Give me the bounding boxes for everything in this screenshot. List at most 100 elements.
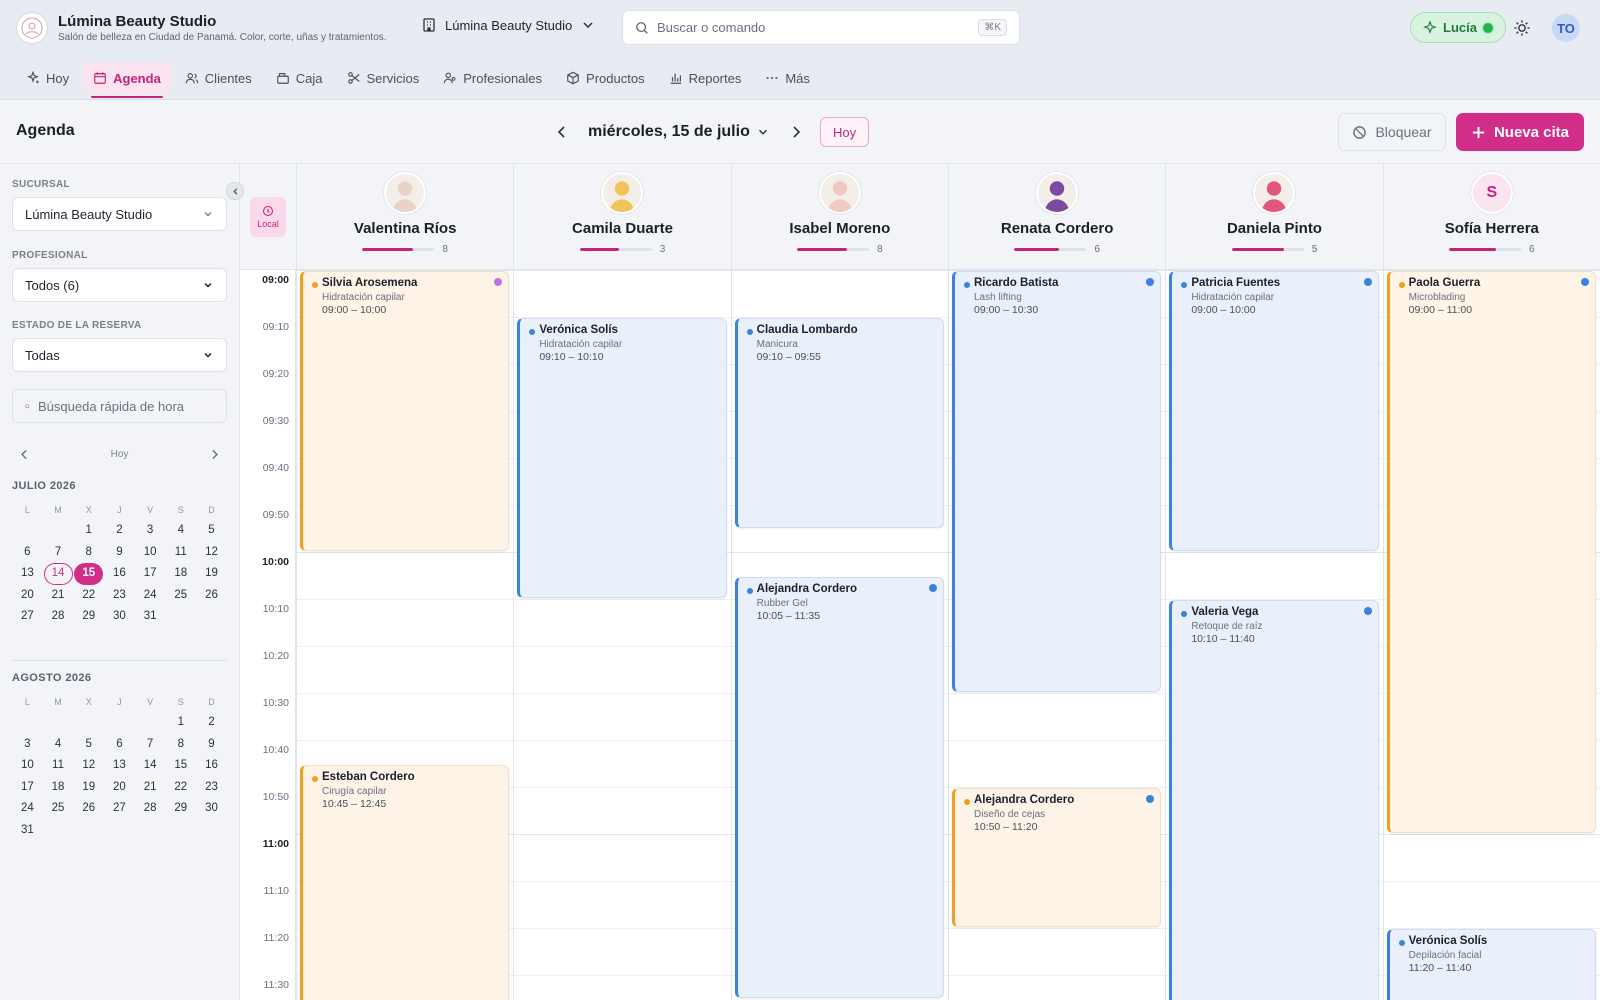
global-search-input[interactable]	[657, 20, 971, 35]
calendar-day[interactable]: 26	[73, 798, 104, 820]
date-picker-button[interactable]: miércoles, 15 de julio	[588, 123, 770, 141]
staff-column-header[interactable]: Isabel Moreno 8	[730, 164, 948, 270]
nav-item-hoy[interactable]: Hoy	[16, 62, 79, 94]
appointment-card[interactable]: Verónica Solís Depilación facial 11:20 –…	[1386, 929, 1596, 1000]
nav-item-productos[interactable]: Productos	[556, 62, 655, 94]
appointment-card[interactable]: Esteban Cordero Cirugía capilar 10:45 – …	[300, 764, 510, 1000]
calendar-day[interactable]: 14	[43, 563, 73, 585]
appointment-card[interactable]: Ricardo Batista Lash lifting 09:00 – 10:…	[951, 271, 1162, 692]
appointment-card[interactable]: Alejandra Cordero Diseño de cejas 10:50 …	[951, 788, 1162, 927]
calendar-day[interactable]: 9	[196, 734, 227, 756]
calendar-day[interactable]: 23	[196, 777, 227, 799]
time-search-input[interactable]	[38, 398, 214, 414]
calendar-day[interactable]: 19	[73, 777, 104, 799]
calendar-day[interactable]: 15	[74, 563, 104, 585]
calendar-day[interactable]: 13	[12, 563, 43, 585]
calendar-day[interactable]: 7	[43, 542, 74, 564]
calendar-day[interactable]: 1	[73, 520, 104, 542]
calendar-day[interactable]: 19	[196, 563, 227, 585]
global-search[interactable]: ⌘K	[622, 10, 1020, 45]
calendar-day[interactable]: 22	[165, 777, 196, 799]
calendar-day[interactable]: 6	[104, 734, 135, 756]
calendar-day[interactable]: 28	[135, 798, 166, 820]
appointment-card[interactable]: Claudia Lombardo Manicura 09:10 – 09:55	[734, 318, 944, 528]
nav-item-reportes[interactable]: Reportes	[659, 62, 752, 94]
assistant-button[interactable]: Lucía	[1410, 12, 1506, 43]
status-filter-select[interactable]: Todas	[12, 338, 227, 372]
appointment-card[interactable]: Paola Guerra Microblading 09:00 – 11:00	[1386, 271, 1596, 833]
next-day-button[interactable]	[784, 120, 808, 144]
branch-filter-select[interactable]: Lúmina Beauty Studio	[12, 197, 227, 231]
time-search[interactable]	[12, 389, 227, 423]
calendar-day[interactable]: 10	[135, 542, 166, 564]
calendar-day[interactable]: 6	[12, 542, 43, 564]
staff-column-header[interactable]: S Sofía Herrera 6	[1382, 164, 1600, 270]
calendar-day[interactable]: 3	[135, 520, 166, 542]
calendar-day[interactable]: 11	[165, 542, 196, 564]
calendar-day[interactable]: 14	[135, 755, 166, 777]
appointment-card[interactable]: Verónica Solís Hidratación capilar 09:10…	[517, 318, 727, 598]
calendar-day[interactable]: 20	[104, 777, 135, 799]
calendar-day[interactable]: 1	[165, 712, 196, 734]
professional-filter-select[interactable]: Todos (6)	[12, 268, 227, 302]
calendar-day[interactable]: 24	[135, 585, 166, 607]
calendar-day[interactable]: 15	[165, 755, 196, 777]
calendar-day[interactable]: 4	[43, 734, 74, 756]
calendar-day[interactable]: 27	[12, 606, 43, 628]
calendar-day[interactable]: 10	[12, 755, 43, 777]
calendar-day[interactable]: 2	[196, 712, 227, 734]
mini-calendar-today-button[interactable]: Hoy	[111, 449, 129, 460]
theme-toggle-button[interactable]	[1510, 16, 1534, 40]
calendar-day[interactable]: 8	[73, 542, 104, 564]
staff-column-header[interactable]: Renata Cordero 6	[947, 164, 1165, 270]
nav-item-mas[interactable]: Más	[755, 62, 820, 94]
calendar-day[interactable]: 8	[165, 734, 196, 756]
calendar-day[interactable]: 22	[73, 585, 104, 607]
staff-column-header[interactable]: Camila Duarte 3	[513, 164, 730, 270]
calendar-day[interactable]: 26	[196, 585, 227, 607]
block-time-button[interactable]: Bloquear	[1338, 113, 1446, 151]
nav-item-caja[interactable]: Caja	[266, 62, 333, 94]
calendar-day[interactable]: 29	[73, 606, 104, 628]
appointment-card[interactable]: Patricia Fuentes Hidratación capilar 09:…	[1169, 271, 1379, 551]
calendar-day[interactable]: 28	[43, 606, 74, 628]
calendar-day[interactable]: 13	[104, 755, 135, 777]
calendar-day[interactable]: 27	[104, 798, 135, 820]
today-button[interactable]: Hoy	[820, 117, 870, 147]
staff-column-header[interactable]: Daniela Pinto 5	[1165, 164, 1382, 270]
calendar-day[interactable]: 16	[196, 755, 227, 777]
calendar-day[interactable]: 23	[104, 585, 135, 607]
nav-item-servicios[interactable]: Servicios	[337, 62, 430, 94]
appointment-card[interactable]: Valeria Vega Retoque de raíz 10:10 – 11:…	[1169, 600, 1379, 1000]
calendar-day[interactable]: 30	[104, 606, 135, 628]
calendar-day[interactable]: 31	[12, 820, 43, 842]
calendar-day[interactable]: 29	[165, 798, 196, 820]
calendar-day[interactable]: 25	[43, 798, 74, 820]
calendar-day[interactable]: 30	[196, 798, 227, 820]
nav-item-clientes[interactable]: Clientes	[175, 62, 262, 94]
calendar-day[interactable]: 7	[135, 734, 166, 756]
nav-item-profesionales[interactable]: Profesionales	[433, 62, 552, 94]
calendar-day[interactable]: 11	[43, 755, 74, 777]
calendar-day[interactable]: 9	[104, 542, 135, 564]
calendar-day[interactable]: 12	[73, 755, 104, 777]
calendar-day[interactable]: 31	[135, 606, 166, 628]
calendar-day[interactable]: 21	[135, 777, 166, 799]
previous-day-button[interactable]	[550, 120, 574, 144]
calendar-day[interactable]: 3	[12, 734, 43, 756]
calendar-day[interactable]: 20	[12, 585, 43, 607]
appointment-card[interactable]: Silvia Arosemena Hidratación capilar 09:…	[300, 271, 510, 551]
previous-month-button[interactable]	[12, 442, 36, 466]
calendar-day[interactable]: 5	[73, 734, 104, 756]
calendar-day[interactable]: 25	[165, 585, 196, 607]
calendar-day[interactable]: 18	[165, 563, 196, 585]
calendar-day[interactable]: 12	[196, 542, 227, 564]
timezone-badge[interactable]: Local	[250, 197, 286, 237]
user-avatar[interactable]: TO	[1552, 14, 1580, 42]
appointment-card[interactable]: Alejandra Cordero Rubber Gel 10:05 – 11:…	[734, 576, 944, 998]
calendar-day[interactable]: 16	[104, 563, 135, 585]
calendar-day[interactable]: 24	[12, 798, 43, 820]
next-month-button[interactable]	[203, 442, 227, 466]
calendar-day[interactable]: 21	[43, 585, 74, 607]
calendar-day[interactable]: 18	[43, 777, 74, 799]
